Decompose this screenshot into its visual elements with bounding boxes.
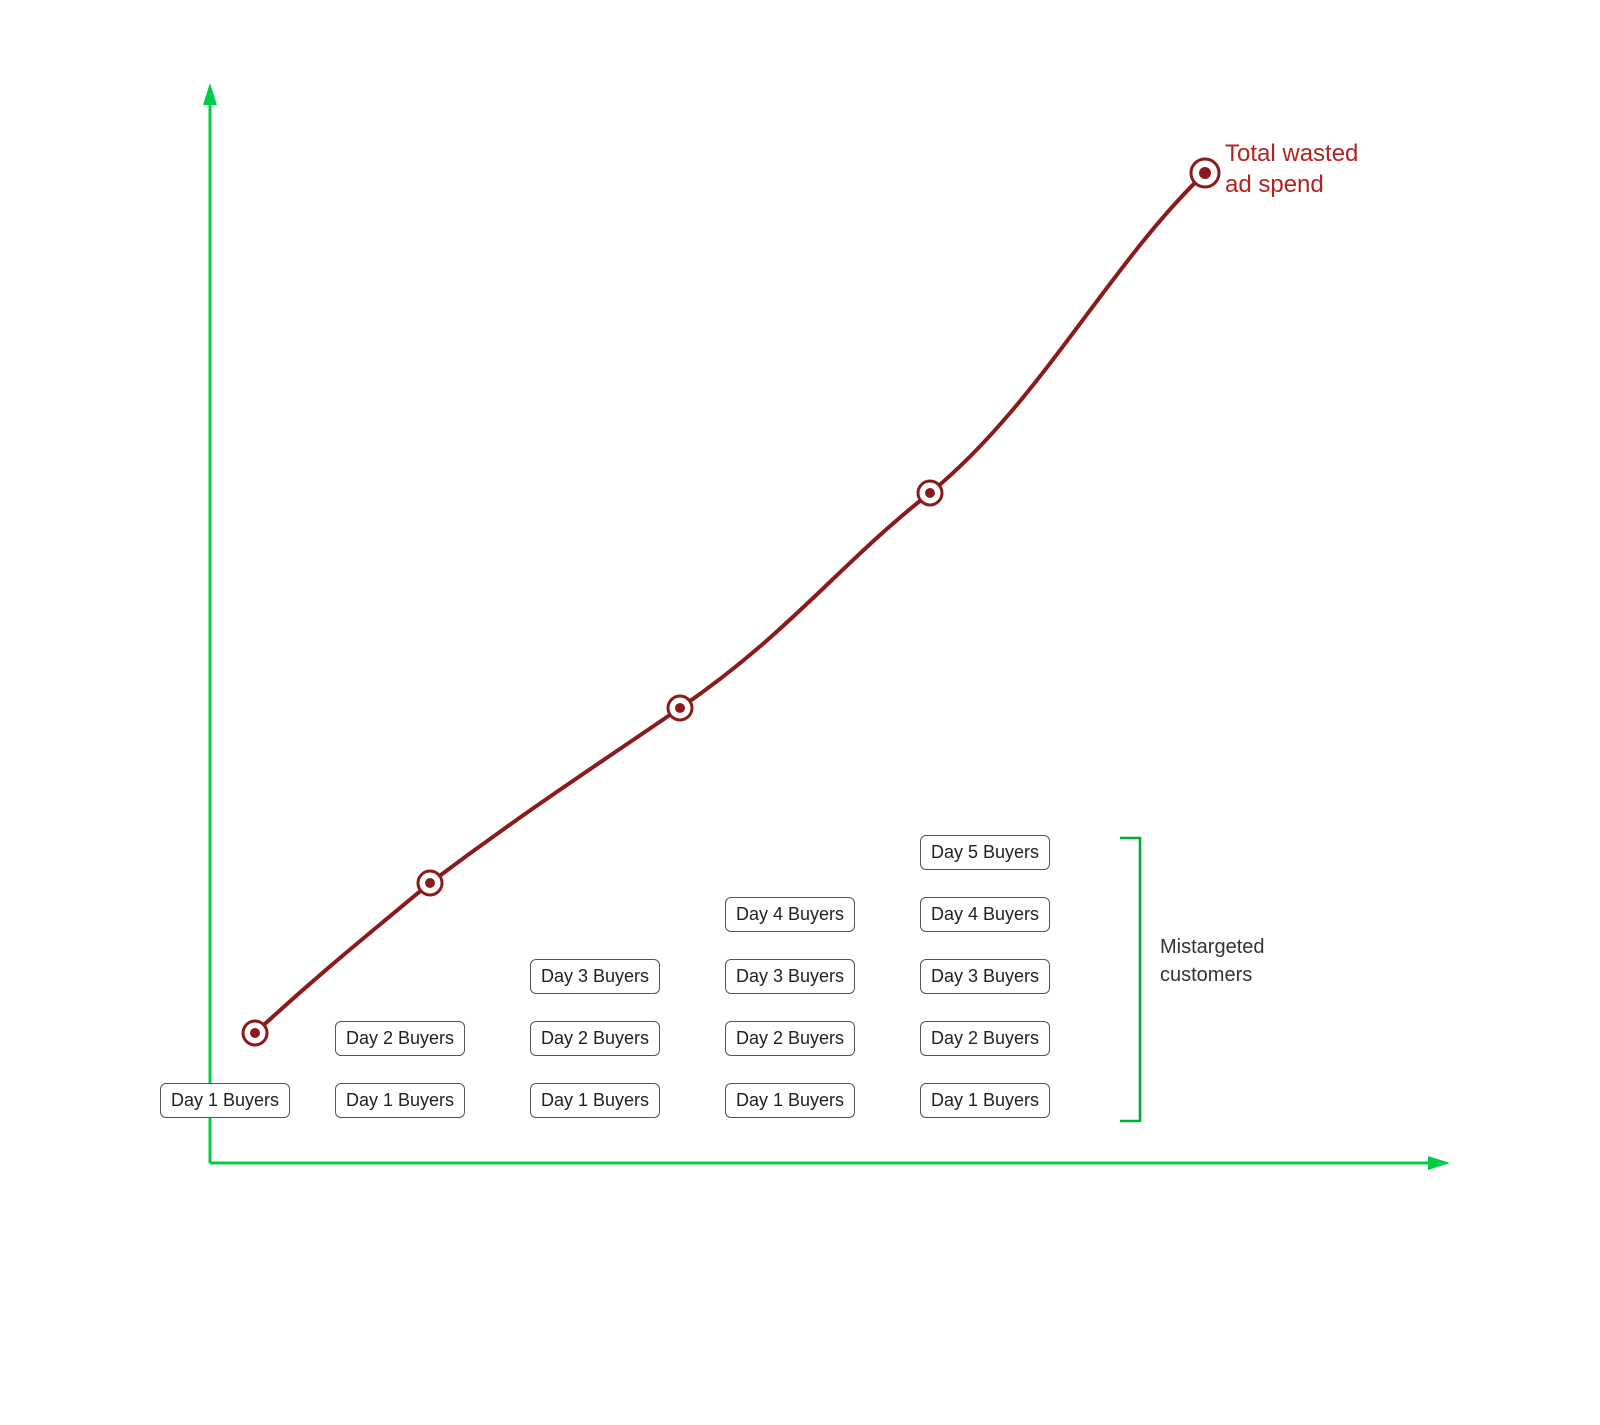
mistargeted-customers-label: Mistargetedcustomers	[1160, 933, 1265, 989]
chart-container: Total wasted ad spend Mistargetedcustome…	[100, 63, 1500, 1363]
buyer-box-col2-row0: Day 1 Buyers	[530, 1083, 660, 1118]
buyer-box-col3-row1: Day 2 Buyers	[725, 1021, 855, 1056]
buyer-box-col3-row0: Day 1 Buyers	[725, 1083, 855, 1118]
buyer-box-col3-row2: Day 3 Buyers	[725, 959, 855, 994]
chart-svg	[100, 63, 1500, 1363]
buyer-box-col0-row0: Day 1 Buyers	[160, 1083, 290, 1118]
buyer-box-col4-row1: Day 2 Buyers	[920, 1021, 1050, 1056]
buyer-box-col4-row3: Day 4 Buyers	[920, 897, 1050, 932]
buyer-box-col4-row0: Day 1 Buyers	[920, 1083, 1050, 1118]
total-wasted-label: Total wasted ad spend	[1225, 138, 1358, 200]
buyer-box-col4-row2: Day 3 Buyers	[920, 959, 1050, 994]
buyer-box-col2-row1: Day 2 Buyers	[530, 1021, 660, 1056]
buyer-box-col1-row0: Day 1 Buyers	[335, 1083, 465, 1118]
buyer-box-col3-row3: Day 4 Buyers	[725, 897, 855, 932]
buyer-box-col4-row4: Day 5 Buyers	[920, 835, 1050, 870]
buyer-box-col2-row2: Day 3 Buyers	[530, 959, 660, 994]
buyer-box-col1-row1: Day 2 Buyers	[335, 1021, 465, 1056]
